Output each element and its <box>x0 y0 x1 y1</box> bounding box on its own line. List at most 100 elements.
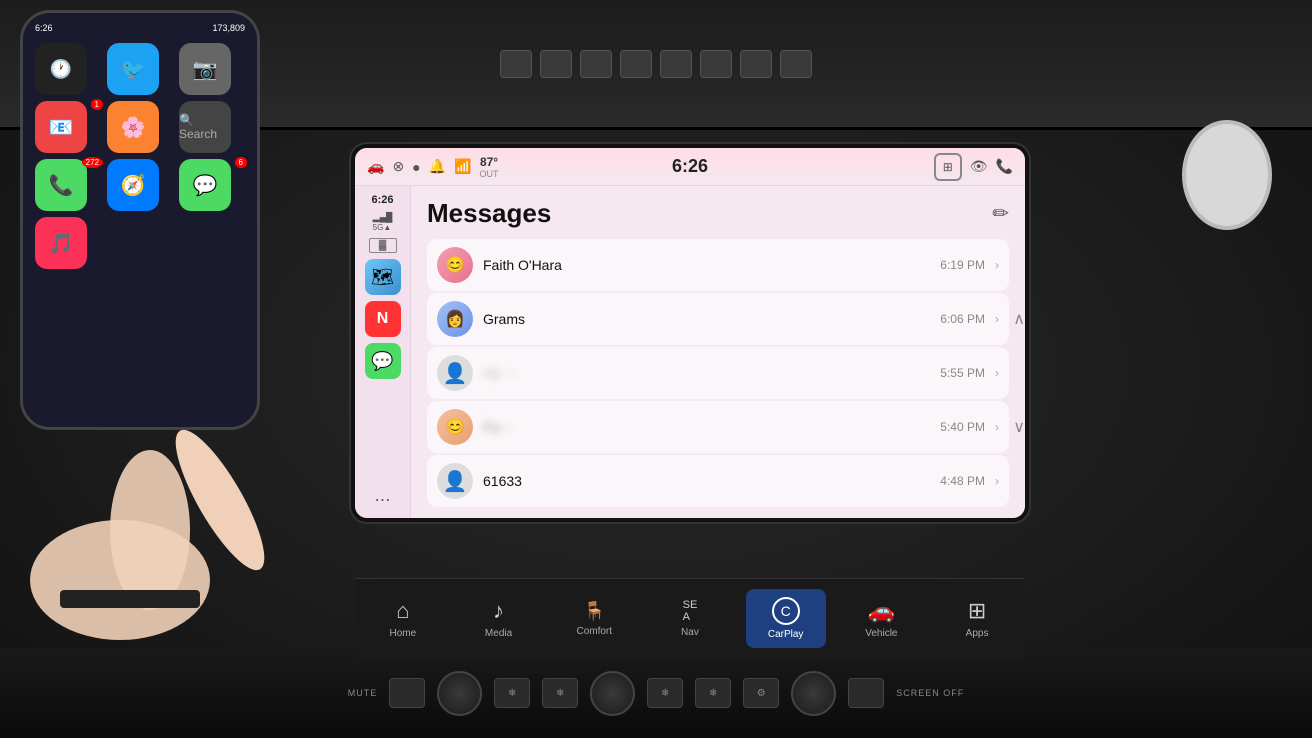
carplay-sidebar: 6:26 ▂▄█ 5G▲ ▓ 🗺 N 💬 ⋯ <box>355 186 411 518</box>
nav-label-vehicle: Vehicle <box>865 628 897 639</box>
message-item-grams[interactable]: 👩 Grams 6:06 PM › ∧ <box>427 293 1009 345</box>
sidebar-signal: ▂▄█ 5G▲ <box>373 212 393 232</box>
phone-app-clock[interactable]: 🕐 <box>35 43 101 95</box>
phone-app-messages[interactable]: 💬 6 <box>179 159 245 211</box>
dash-btn-5 <box>660 50 692 78</box>
fan-btn-3[interactable]: ❄ <box>647 678 683 708</box>
message-name-faith: Faith O'Hara <box>483 257 930 273</box>
sidebar-app-messages[interactable]: 💬 <box>365 343 401 379</box>
screen-off-label: SCREEN OFF <box>896 688 964 698</box>
status-icons-left: 🚗 ⊗ ● 🔔 📶 87° OUT <box>367 155 924 179</box>
dash-btn-1 <box>500 50 532 78</box>
phone-app-twitter[interactable]: 🐦 <box>107 43 173 95</box>
nav-item-home[interactable]: ⌂ Home <box>363 590 443 647</box>
phone-screen: 6:26 173,809 🕐 🐦 📷 📧 1 🌸 🔍 Search <box>23 13 257 427</box>
scroll-up-indicator: ∧ <box>1011 307 1025 331</box>
fan-btn-2[interactable]: ❄ <box>542 678 578 708</box>
nav-item-nav[interactable]: SEA Nav <box>650 591 730 646</box>
message-item-faith[interactable]: 😊 Faith O'Hara 6:19 PM › <box>427 239 1009 291</box>
temp-knob[interactable] <box>590 671 635 716</box>
nav-icon-se: SEA <box>683 599 698 623</box>
dash-btn-3 <box>580 50 612 78</box>
dash-btn-2 <box>540 50 572 78</box>
sidebar-app-news[interactable]: N <box>365 301 401 337</box>
avatar-grams: 👩 <box>437 301 473 337</box>
phone-app-phone[interactable]: 📞 272 <box>35 159 101 211</box>
phone-badge: 272 <box>82 157 103 168</box>
messages-header: Messages ✏ <box>427 198 1009 229</box>
phone-app-music[interactable]: 🎵 <box>35 217 101 269</box>
car-nav-bar: ⌂ Home ♪ Media 🪑 Comfort SEA Nav C CarPl… <box>355 578 1025 658</box>
nav-item-vehicle[interactable]: 🚗 Vehicle <box>841 590 921 647</box>
mute-label: MUTE <box>348 688 378 698</box>
chevron-faith: › <box>995 258 999 272</box>
message-time-unknown: 5:55 PM <box>940 366 985 380</box>
comfort-icon: 🪑 <box>583 601 605 622</box>
phone-time: 6:26 <box>35 23 53 33</box>
volume-knob[interactable] <box>437 671 482 716</box>
sidebar-time: 6:26 <box>371 194 393 206</box>
chevron-61633: › <box>995 474 999 488</box>
compose-button[interactable]: ✏ <box>992 201 1009 226</box>
nav-item-comfort[interactable]: 🪑 Comfort <box>554 593 634 645</box>
sidebar-battery: ▓ <box>369 238 397 253</box>
phone-app-photos[interactable]: 🌸 <box>107 101 173 153</box>
fan-btn-1[interactable]: ❄ <box>494 678 530 708</box>
gear-btn[interactable]: ⚙ <box>743 678 779 708</box>
phone-status-bar: 6:26 173,809 <box>31 21 249 35</box>
phone-app-mail[interactable]: 📧 1 <box>35 101 101 153</box>
right-knob[interactable] <box>791 671 836 716</box>
status-icon-eye: 👁 <box>970 158 988 175</box>
sidebar-more-button[interactable]: ⋯ <box>375 490 391 510</box>
carplay-content-area: 6:26 ▂▄█ 5G▲ ▓ 🗺 N 💬 ⋯ Messages ✏ <box>355 186 1025 518</box>
message-name-61633: 61633 <box>483 473 930 489</box>
mail-badge: 1 <box>91 99 103 110</box>
message-name-fa: Fa··· <box>483 419 930 435</box>
home-icon: ⌂ <box>396 598 409 624</box>
nav-item-apps[interactable]: ⊞ Apps <box>937 590 1017 647</box>
phone-app-safari[interactable]: 🧭 <box>107 159 173 211</box>
message-name-grams: Grams <box>483 311 930 327</box>
phone-signal: 173,809 <box>212 23 245 33</box>
iphone-device: 6:26 173,809 🕐 🐦 📷 📧 1 🌸 🔍 Search <box>20 10 260 430</box>
avatar-unknown: 👤 <box>437 355 473 391</box>
message-time-61633: 4:48 PM <box>940 474 985 488</box>
mute-button[interactable] <box>389 678 425 708</box>
status-icon-phone: 📞 <box>996 158 1013 175</box>
carplay-status-bar: 🚗 ⊗ ● 🔔 📶 87° OUT 6:26 ⊞ 👁 📞 <box>355 148 1025 186</box>
status-icon-dot: ● <box>412 159 420 175</box>
nav-label-nav: Nav <box>681 627 699 638</box>
message-time-grams: 6:06 PM <box>940 312 985 326</box>
message-item-61633[interactable]: 👤 61633 4:48 PM › <box>427 455 1009 507</box>
phone-app-search[interactable]: 🔍 Search <box>179 101 245 153</box>
nav-item-carplay[interactable]: C CarPlay <box>746 589 826 648</box>
nav-item-media[interactable]: ♪ Media <box>459 590 539 647</box>
dash-btn-4 <box>620 50 652 78</box>
status-icon-signal: 📶 <box>454 158 471 175</box>
avatar-faith: 😊 <box>437 247 473 283</box>
message-item-unknown[interactable]: 👤 +1 ··· 5:55 PM › <box>427 347 1009 399</box>
message-name-unknown: +1 ··· <box>483 365 930 381</box>
grid-button[interactable]: ⊞ <box>934 153 962 181</box>
dash-btn-7 <box>740 50 772 78</box>
messages-badge: 6 <box>235 157 247 168</box>
sidebar-app-maps[interactable]: 🗺 <box>365 259 401 295</box>
media-icon: ♪ <box>493 598 504 624</box>
screen-off-button[interactable] <box>848 678 884 708</box>
vehicle-icon: 🚗 <box>868 598 895 624</box>
chevron-grams: › <box>995 312 999 326</box>
fan-center[interactable]: ❄ <box>695 678 731 708</box>
avatar-61633: 👤 <box>437 463 473 499</box>
message-time-faith: 6:19 PM <box>940 258 985 272</box>
car-bottom-controls: MUTE ❄ ❄ ❄ ❄ ⚙ SCREEN OFF <box>0 648 1312 738</box>
nav-label-home: Home <box>390 628 417 639</box>
status-temp: 87° <box>480 155 499 169</box>
message-list: 😊 Faith O'Hara 6:19 PM › 👩 Grams 6:06 PM… <box>427 239 1009 507</box>
chevron-fa: › <box>995 420 999 434</box>
wireless-charger <box>1182 120 1272 230</box>
status-icon-circle: ⊗ <box>392 158 404 175</box>
phone-app-camera[interactable]: 📷 <box>179 43 245 95</box>
message-time-fa: 5:40 PM <box>940 420 985 434</box>
status-icon-bell: 🔔 <box>429 158 446 175</box>
message-item-fa[interactable]: 😊 Fa··· 5:40 PM › ∨ <box>427 401 1009 453</box>
